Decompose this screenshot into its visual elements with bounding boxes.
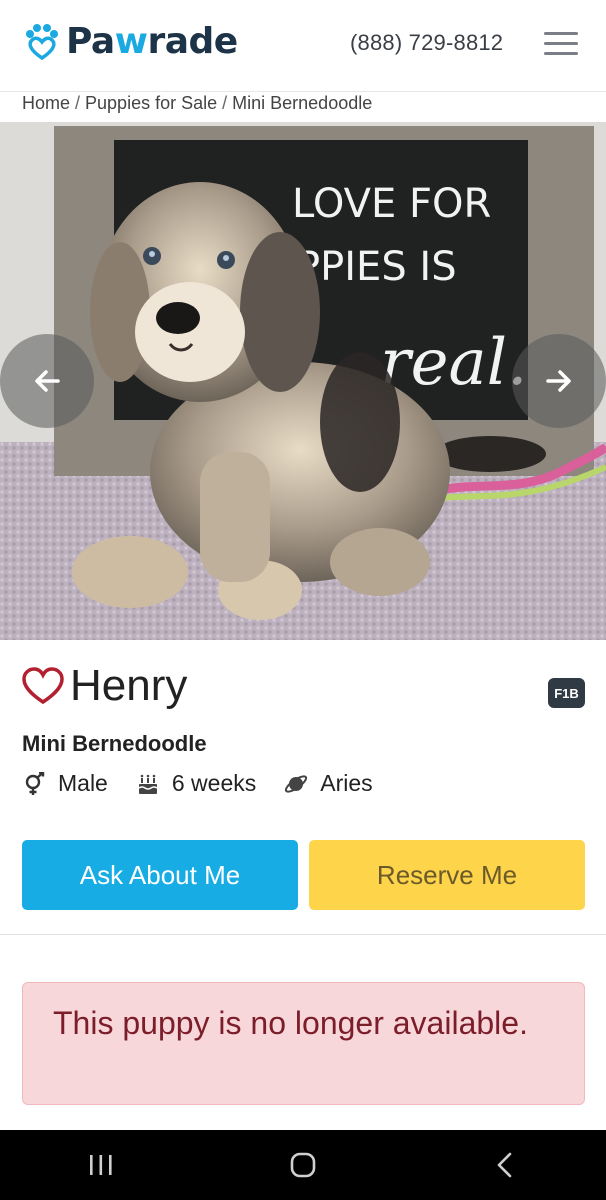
carousel-next-button[interactable] (512, 334, 606, 428)
breadcrumb-home[interactable]: Home (22, 93, 70, 113)
birthday-cake-icon (138, 774, 158, 794)
home-icon[interactable] (273, 1135, 333, 1195)
ask-about-me-button[interactable]: Ask About Me (22, 840, 298, 910)
heart-outline-icon[interactable] (22, 667, 64, 705)
system-navigation-bar (0, 1130, 606, 1200)
hamburger-menu-icon[interactable] (544, 32, 578, 56)
puppy-name: Henry (70, 661, 188, 710)
unavailable-alert: This puppy is no longer available. (22, 982, 585, 1105)
sign-text-line-1: LOVE FOR (292, 181, 491, 227)
zodiac-fact: Aries (284, 770, 373, 797)
back-icon[interactable] (475, 1135, 535, 1195)
carousel-prev-button[interactable] (0, 334, 94, 428)
arrow-right-icon (546, 370, 571, 392)
recents-icon[interactable] (71, 1135, 131, 1195)
unavailable-alert-message: This puppy is no longer available. (53, 1005, 528, 1041)
breadcrumb: Home / Puppies for Sale / Mini Bernedoodle (22, 93, 373, 113)
pawrade-logo[interactable]: Pawrade (22, 22, 238, 62)
paw-heart-logo-icon (26, 24, 58, 61)
age-label: 6 weeks (171, 770, 257, 796)
site-header: Pawrade (888) 729-8812 (0, 0, 606, 92)
zodiac-label: Aries (320, 770, 373, 796)
reserve-me-button[interactable]: Reserve Me (309, 840, 585, 910)
section-divider (0, 934, 606, 935)
sign-text-line-3: real. (380, 326, 527, 400)
phone-number-link[interactable]: (888) 729-8812 (350, 30, 503, 56)
brand-name: Pawrade (66, 21, 238, 62)
male-female-icon (25, 771, 45, 795)
gender-label: Male (58, 770, 108, 796)
breadcrumb-current-breed[interactable]: Mini Bernedoodle (232, 93, 372, 113)
puppy-name-row: Henry (22, 662, 187, 710)
planet-icon (285, 774, 308, 793)
sign-text-line-2: PPIES IS (296, 244, 457, 290)
age-fact: 6 weeks (136, 770, 256, 797)
breadcrumb-puppies-for-sale[interactable]: Puppies for Sale (85, 93, 217, 113)
gender-fact: Male (22, 770, 108, 797)
puppy-facts: Male 6 weeks Aries (22, 770, 401, 797)
puppy-photo-carousel[interactable]: LOVE FOR PPIES IS real. (0, 122, 606, 640)
puppy-breed: Mini Bernedoodle (22, 731, 207, 756)
arrow-left-icon (35, 370, 60, 392)
generation-badge: F1B (548, 678, 585, 708)
